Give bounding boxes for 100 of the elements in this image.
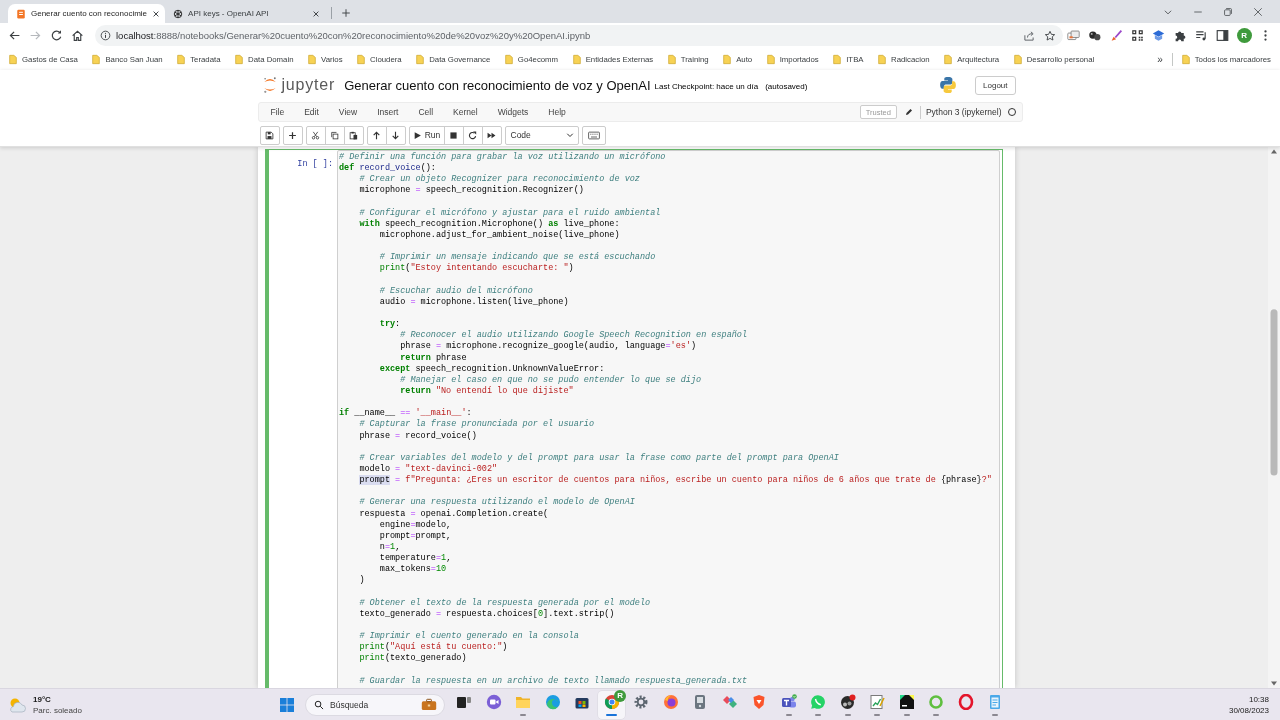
play-icon [412,130,422,140]
folder-icon [176,53,187,65]
restart-button[interactable] [462,125,483,145]
browser-tab[interactable]: API keys - OpenAI API [165,4,326,23]
restart-icon [468,130,477,140]
share-icon[interactable] [1023,29,1035,42]
logo-text[interactable]: jupyter [281,76,336,94]
kernel-name[interactable]: Python 3 (ipykernel) [925,107,1002,117]
back-icon[interactable] [8,29,21,42]
menu-item[interactable]: Widgets [487,107,539,117]
stop-icon [449,130,458,140]
command-palette-button[interactable] [581,125,606,145]
copy-icon [330,130,339,140]
menu-item[interactable]: Cell [408,107,444,117]
code-line: return phrase [400,352,467,364]
puzzle-icon[interactable] [1173,29,1187,42]
home-icon[interactable] [71,29,84,42]
code-line: audio = microphone.listen(live_phone) [379,296,569,308]
insert-cell-button[interactable] [282,125,303,145]
folder-icon [832,53,843,65]
code-line: # Guardar la respuesta en un archivo de texto llamado respuesta_generada.txt [359,675,748,687]
swirl-icon [544,693,561,710]
code-line: microphone = speech_recognition.Recognizer() [359,185,584,197]
code-line: except speech_recognition.UnknownValueError: [379,363,605,375]
clock-time[interactable]: 10:38 [1248,693,1269,705]
folder-icon [356,53,367,65]
more-bookmarks-button[interactable]: » [1157,53,1163,65]
folder-icon [307,53,317,65]
code-line: # Imprimir el cuento generado en la consola [359,631,579,642]
reload-icon[interactable] [50,29,63,42]
menu-item[interactable]: Help [538,107,576,117]
folder-icon [877,53,888,65]
notebook-title[interactable]: Generar cuento con reconocimiento de voz y OpenAI [344,77,651,93]
spheres-icon[interactable] [1088,29,1102,42]
keyboard-icon [587,130,600,140]
run-all-button[interactable] [481,125,502,145]
menu-item[interactable]: File [260,107,295,117]
info-icon[interactable] [100,30,111,41]
restore-icon[interactable] [1223,6,1233,17]
code-line: engine=modelo, [379,519,452,531]
code-line: # Configurar el micrófono y ajustar para el ruido ambiental [359,207,661,219]
pencil-icon[interactable] [904,108,913,116]
new-tab-icon[interactable] [341,8,352,18]
address-bar[interactable]: localhost:8888/notebooks/Generar%20cuento%20con%20reconocimiento%20de%20voz%20y%20OpenAI.ipynb [95,25,1063,46]
code-line: phrase = microphone.recognize_google(audio, language='es') [400,341,697,353]
url-text[interactable]: localhost:8888/notebooks/Generar%20cuento%20con%20reconocimiento%20de%20voz%20y%20OpenAI.ipynb [116,30,591,41]
diamond-shapes-icon [721,693,738,710]
playlist-icon[interactable] [1194,29,1208,42]
folder-icon [765,53,776,65]
menu-item[interactable]: View [328,107,368,117]
python-logo-icon [939,76,958,94]
screens-icon[interactable] [1067,29,1081,42]
code-line: respuesta = openai.Completion.create( [359,508,549,520]
browser-tab[interactable]: Generar cuento con reconocimie [8,4,166,23]
taskbar-button[interactable]: R [598,690,626,719]
menu-item[interactable]: Kernel [443,107,488,117]
briefcase-icon [421,698,437,711]
paste-button[interactable] [343,125,364,145]
temperature-text[interactable]: 19°C [33,693,82,705]
windows-start-icon[interactable] [279,696,295,713]
logout-button[interactable]: Logout [975,75,1016,95]
code-line: # Reconocer el audio utilizando Google Speech Recognition en español [400,330,748,341]
code-line: # Obtener el texto de la respuesta generada por el modelo [359,597,651,609]
folder-icon [234,53,244,65]
side-panel-icon[interactable] [1216,29,1230,42]
brush-icon[interactable] [1109,29,1123,42]
cut-button[interactable] [305,125,326,145]
weather-condition[interactable]: Parc. soleado [33,704,82,716]
menu-item[interactable]: Insert [367,107,409,117]
code-line: ) [359,575,365,587]
chat-bubble-icon [810,693,827,710]
run-button[interactable]: Run [408,125,445,145]
move-up-button[interactable] [366,125,387,145]
copy-button[interactable] [324,125,345,145]
cell-type-dropdown[interactable]: Code [504,125,579,145]
code-line: max_tokens=10 [379,564,447,576]
cap-icon[interactable] [1152,29,1166,42]
move-down-button[interactable] [385,125,406,145]
search-field[interactable]: Búsqueda [305,693,445,716]
code-line: print("Aquí está tu cuento:") [359,642,508,653]
close-icon[interactable] [152,9,161,18]
qr-code-icon[interactable] [1131,29,1145,42]
video-camera-icon [485,693,502,710]
profile-button[interactable]: R [1236,28,1252,43]
record-badge-icon [839,693,856,710]
folder-icon [415,53,426,65]
save-button[interactable] [259,125,280,145]
folder-icon [503,53,514,65]
clipboard-icon [349,130,358,140]
stop-button[interactable] [443,125,464,145]
star-icon[interactable] [1044,29,1056,42]
menu-item[interactable]: Edit [294,107,329,117]
code-line: def record_voice(): [339,163,436,174]
close-icon[interactable] [1253,6,1263,17]
jupyter-logo-icon[interactable] [262,76,277,94]
code-line: # Manejar el caso en que no se pudo entender lo que se dijo [400,374,702,386]
clock-date[interactable]: 30/08/2023 [1228,704,1269,716]
close-icon[interactable] [312,9,321,18]
scrollbar[interactable] [1268,147,1280,688]
code-line: return "No entendí lo que dijiste" [400,385,574,398]
